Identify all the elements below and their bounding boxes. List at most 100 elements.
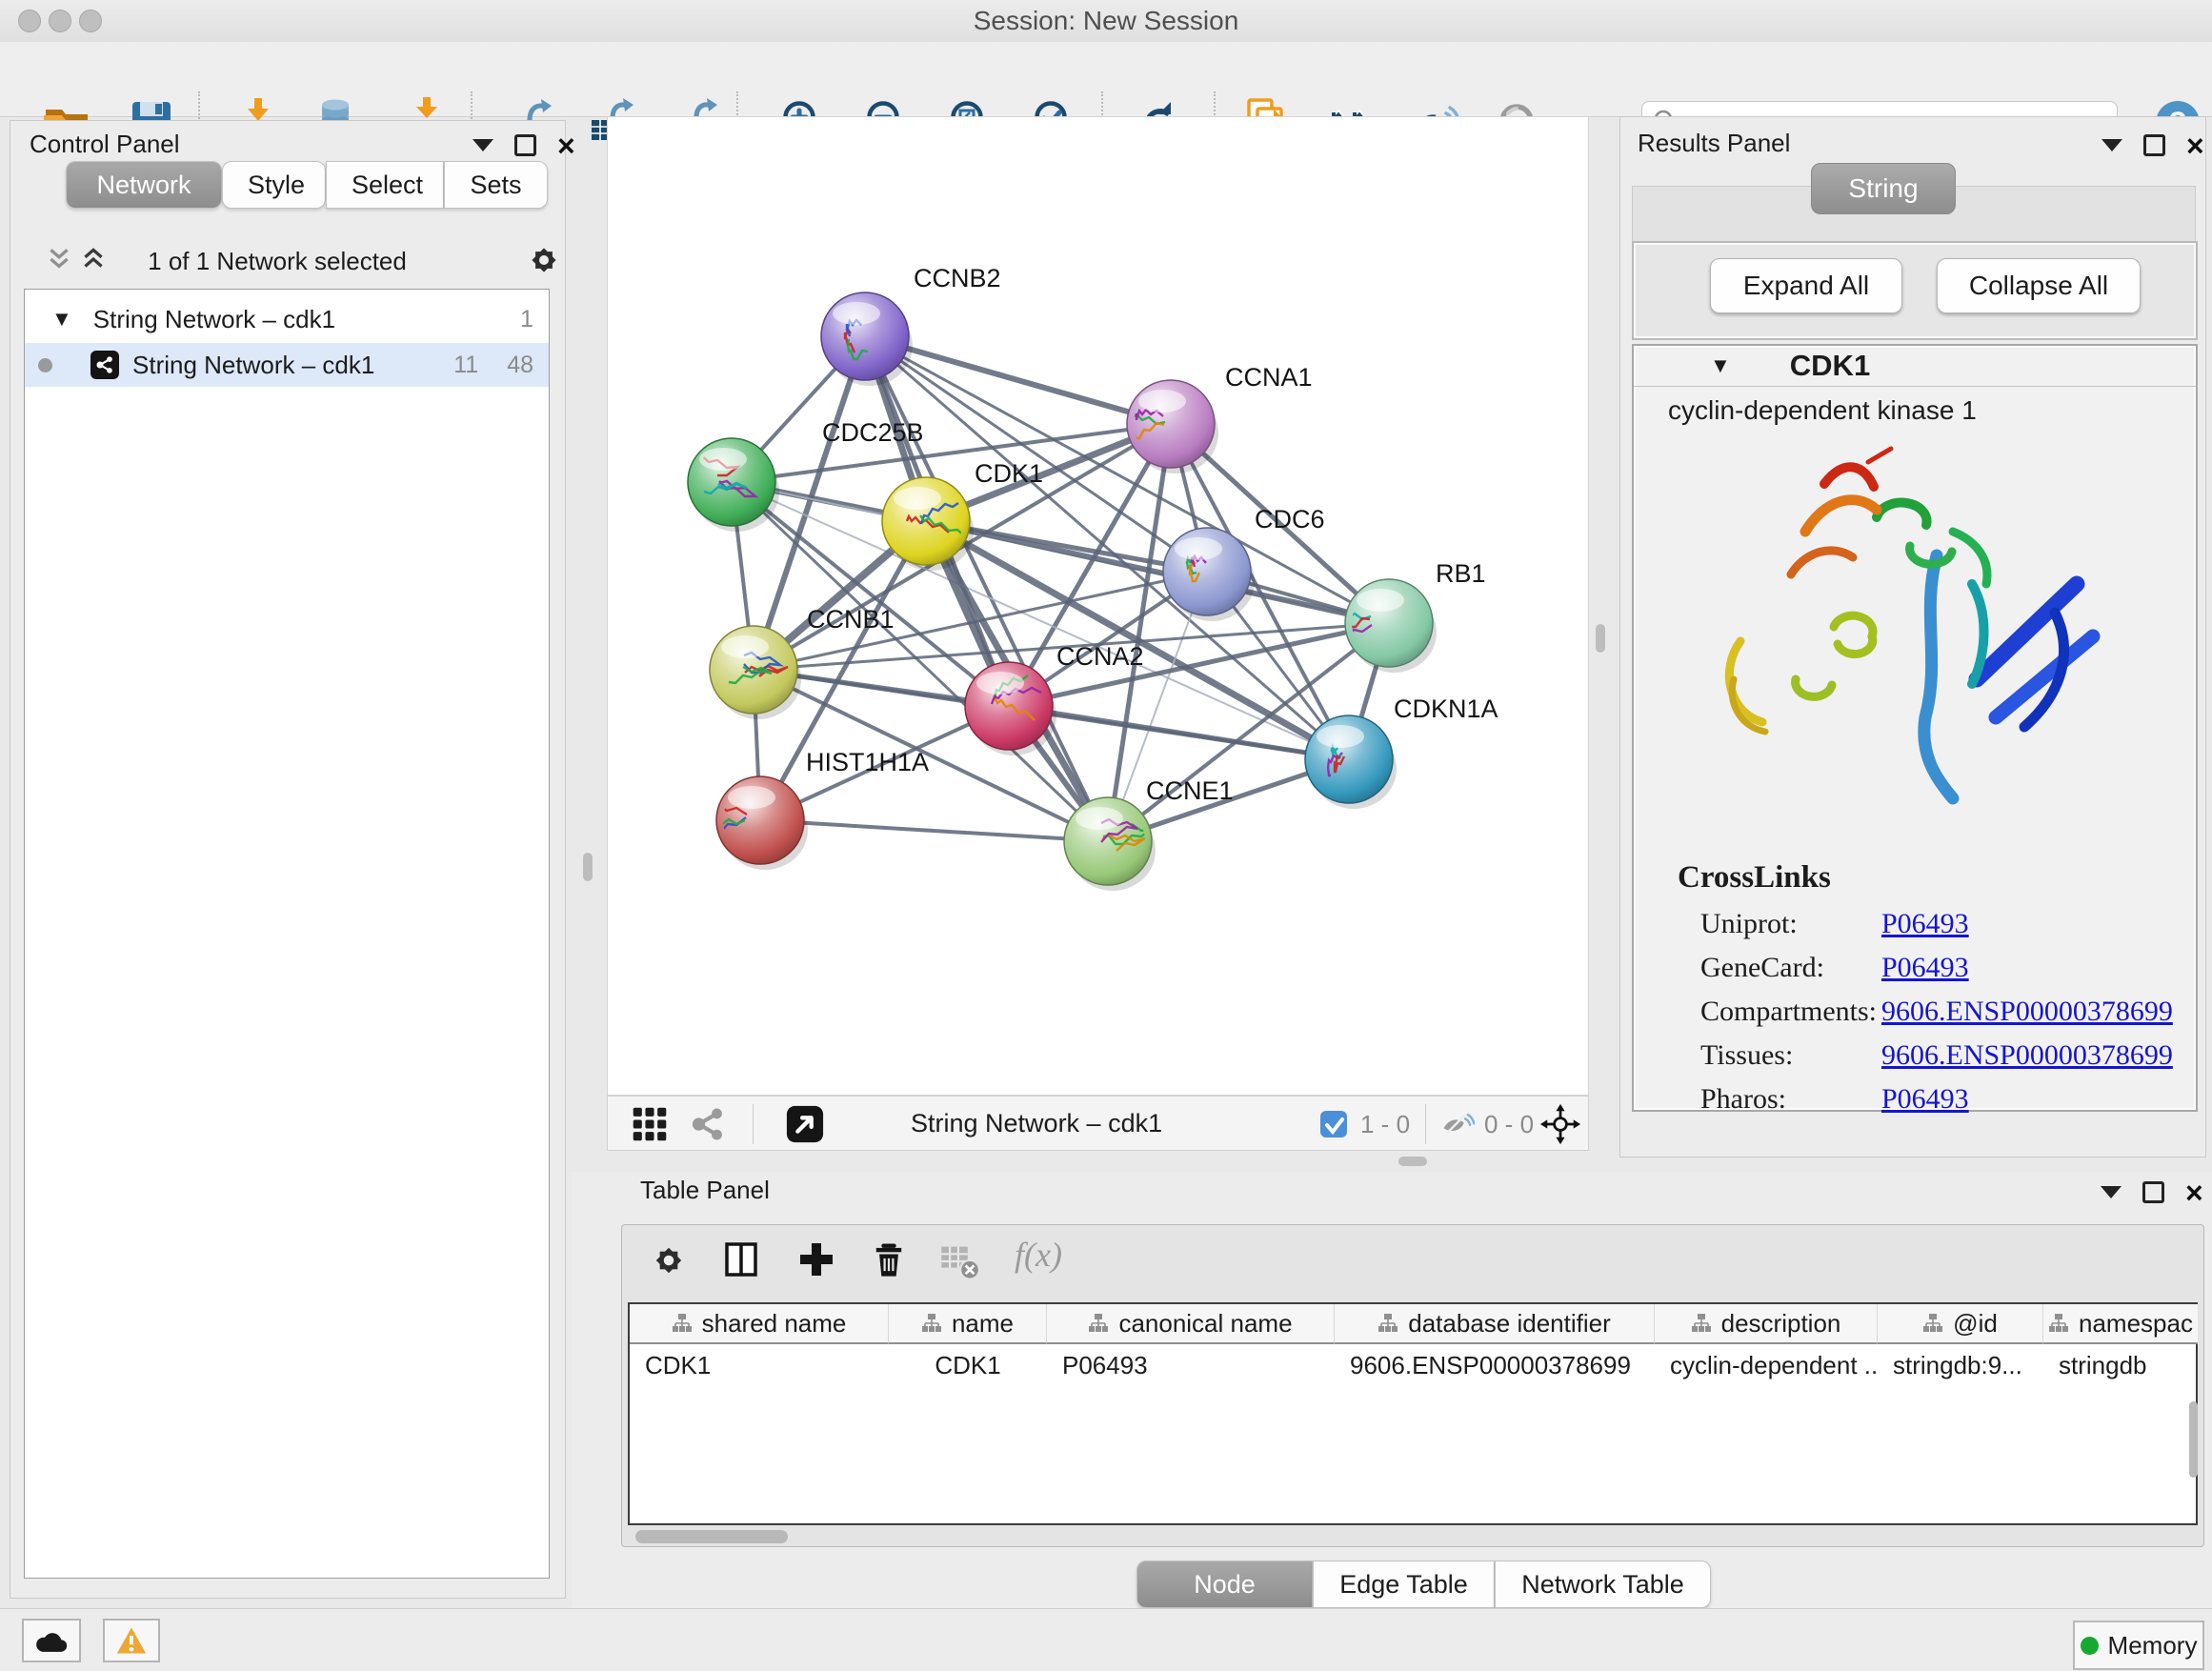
crosslink-link[interactable]: 9606.ENSP00000378699: [1881, 996, 2173, 1028]
collapse-panel-icon[interactable]: [473, 139, 493, 151]
tab-sets[interactable]: Sets: [444, 161, 548, 209]
control-panel: Control Panel × Network Style Select Set…: [10, 120, 566, 1599]
network-edge-count: 48: [507, 352, 533, 379]
crosslink-link[interactable]: 9606.ENSP00000378699: [1881, 1039, 2173, 1072]
protein-description: cyclin-dependent kinase 1: [1668, 395, 1977, 426]
table-cell[interactable]: 9606.ENSP00000378699: [1335, 1346, 1655, 1384]
collection-count: 1: [520, 306, 533, 333]
float-panel-icon[interactable]: [2143, 134, 2165, 156]
table-settings-gear-icon[interactable]: [649, 1240, 689, 1280]
horizontal-splitter-grip[interactable]: [1398, 1157, 1427, 1166]
delete-column-icon[interactable]: [868, 1238, 910, 1280]
column-header[interactable]: name: [952, 1309, 1014, 1339]
right-splitter-grip[interactable]: [1596, 624, 1605, 653]
tab-node-table[interactable]: Node Table: [1136, 1560, 1313, 1608]
node-label: CDK1: [975, 459, 1043, 488]
close-panel-icon[interactable]: ×: [2186, 136, 2204, 155]
column-tree-icon: [1088, 1313, 1109, 1334]
crosslinks-list: Uniprot: P06493 GeneCard: P06493 Compart…: [1700, 908, 2177, 1127]
network-view-toolbar: String Network – cdk1 1 - 0 0 - 0: [607, 1096, 1589, 1151]
tab-select[interactable]: Select: [326, 161, 444, 209]
node-table: shared name name canonical name database…: [628, 1302, 2198, 1525]
table-container: f(x) shared name name canonical name dat…: [621, 1224, 2204, 1547]
float-panel-icon[interactable]: [2142, 1181, 2164, 1203]
network-options-gear-icon[interactable]: [525, 241, 563, 279]
expand-all-button[interactable]: Expand All: [1710, 258, 1902, 313]
node-label: RB1: [1436, 559, 1486, 588]
tab-edge-table[interactable]: Edge Table: [1313, 1560, 1495, 1608]
crosslink-label: Compartments:: [1700, 996, 1877, 1027]
window-title: Session: New Session: [0, 0, 2212, 42]
network-collection-row[interactable]: ▼ String Network – cdk1 1: [25, 297, 549, 341]
hidden-items-icon: [1438, 1106, 1475, 1142]
node-label: CCNA1: [1225, 363, 1313, 392]
protein-card-header[interactable]: ▼ CDK1: [1634, 346, 2196, 387]
toolbar-separator: [753, 1104, 754, 1144]
node-label: CDKN1A: [1394, 695, 1498, 723]
collapse-all-button[interactable]: Collapse All: [1937, 258, 2141, 313]
close-panel-icon[interactable]: ×: [557, 136, 575, 155]
column-header[interactable]: namespac: [2079, 1309, 2193, 1339]
tab-network[interactable]: Network: [66, 161, 222, 209]
function-builder-icon: f(x): [1015, 1235, 1062, 1275]
table-cell[interactable]: stringdb:9...: [1878, 1346, 2043, 1384]
toolbar-separator: [1425, 1104, 1426, 1144]
crosslink-label: Pharos:: [1700, 1083, 1786, 1115]
table-cell[interactable]: CDK1: [889, 1346, 1047, 1384]
protein-expand-arrow-icon[interactable]: ▼: [1710, 353, 1731, 378]
control-panel-tabs: Network Style Select Sets: [66, 161, 548, 209]
table-cell[interactable]: P06493: [1047, 1346, 1335, 1384]
float-panel-icon[interactable]: [514, 134, 536, 156]
column-header[interactable]: database identifier: [1408, 1309, 1610, 1339]
add-column-icon[interactable]: [795, 1238, 837, 1280]
crosslink-link[interactable]: P06493: [1881, 1083, 1969, 1116]
cloud-icon: [33, 1626, 70, 1655]
memory-button[interactable]: Memory: [2073, 1621, 2204, 1670]
birds-eye-view-icon[interactable]: [785, 1104, 825, 1144]
close-panel-icon[interactable]: ×: [2185, 1183, 2203, 1202]
node-label: CCNA2: [1056, 642, 1144, 671]
crosslink-row: GeneCard: P06493: [1700, 952, 2177, 996]
crosslink-label: GeneCard:: [1700, 952, 1824, 983]
grid-view-icon[interactable]: [631, 1105, 669, 1143]
table-cell[interactable]: stringdb: [2043, 1346, 2198, 1384]
string-view-icon[interactable]: [690, 1106, 726, 1142]
vertical-scrollbar-thumb[interactable]: [2189, 1401, 2198, 1478]
delete-table-icon: [938, 1240, 980, 1282]
column-header[interactable]: canonical name: [1118, 1309, 1292, 1339]
column-tree-icon: [1377, 1313, 1398, 1334]
results-buttons-box: Expand All Collapse All: [1632, 241, 2198, 340]
horizontal-scrollbar-thumb[interactable]: [635, 1530, 788, 1543]
collapse-panel-icon[interactable]: [2101, 139, 2122, 151]
column-header[interactable]: @id: [1953, 1309, 1998, 1339]
fit-selection-crosshair-icon[interactable]: [1539, 1103, 1581, 1145]
tab-string[interactable]: String: [1811, 163, 1956, 214]
crosslink-link[interactable]: P06493: [1881, 952, 1969, 984]
left-splitter-grip[interactable]: [583, 853, 593, 881]
column-tree-icon: [2048, 1313, 2069, 1334]
network-row[interactable]: String Network – cdk1 11 48: [25, 343, 549, 387]
table-cell[interactable]: cyclin-dependent ...: [1655, 1346, 1878, 1384]
network-view-title: String Network – cdk1: [911, 1109, 1162, 1138]
show-columns-icon[interactable]: [721, 1238, 763, 1280]
tab-network-table[interactable]: Network Table: [1495, 1560, 1711, 1608]
column-header[interactable]: shared name: [702, 1309, 847, 1339]
network-row-label: String Network – cdk1: [132, 351, 374, 380]
table-cell[interactable]: CDK1: [630, 1346, 889, 1384]
network-canvas[interactable]: CCNB2CCNA1CDC25BCDK1CDC6RB1CCNB1CCNA2CDK…: [607, 116, 1589, 1096]
control-panel-title: Control Panel: [30, 130, 180, 159]
collapse-panel-icon[interactable]: [2101, 1186, 2122, 1198]
node-label: CCNB1: [807, 605, 895, 634]
network-tree: ▼ String Network – cdk1 1 String Network…: [24, 289, 550, 1579]
tab-style[interactable]: Style: [222, 161, 326, 209]
node-label: HIST1H1A: [806, 748, 929, 776]
crosslink-link[interactable]: P06493: [1881, 908, 1969, 940]
warnings-button[interactable]: [103, 1619, 160, 1662]
hidden-count: 0 - 0: [1484, 1110, 1534, 1139]
column-header[interactable]: description: [1721, 1309, 1841, 1339]
table-panel: Table Panel ×: [572, 1172, 2212, 1608]
collection-expand-arrow-icon[interactable]: ▼: [51, 307, 72, 332]
cloud-button[interactable]: [22, 1619, 81, 1662]
results-panel: Results Panel × String Expand All Collap…: [1619, 116, 2206, 1158]
selected-checkbox-icon[interactable]: [1318, 1109, 1349, 1139]
